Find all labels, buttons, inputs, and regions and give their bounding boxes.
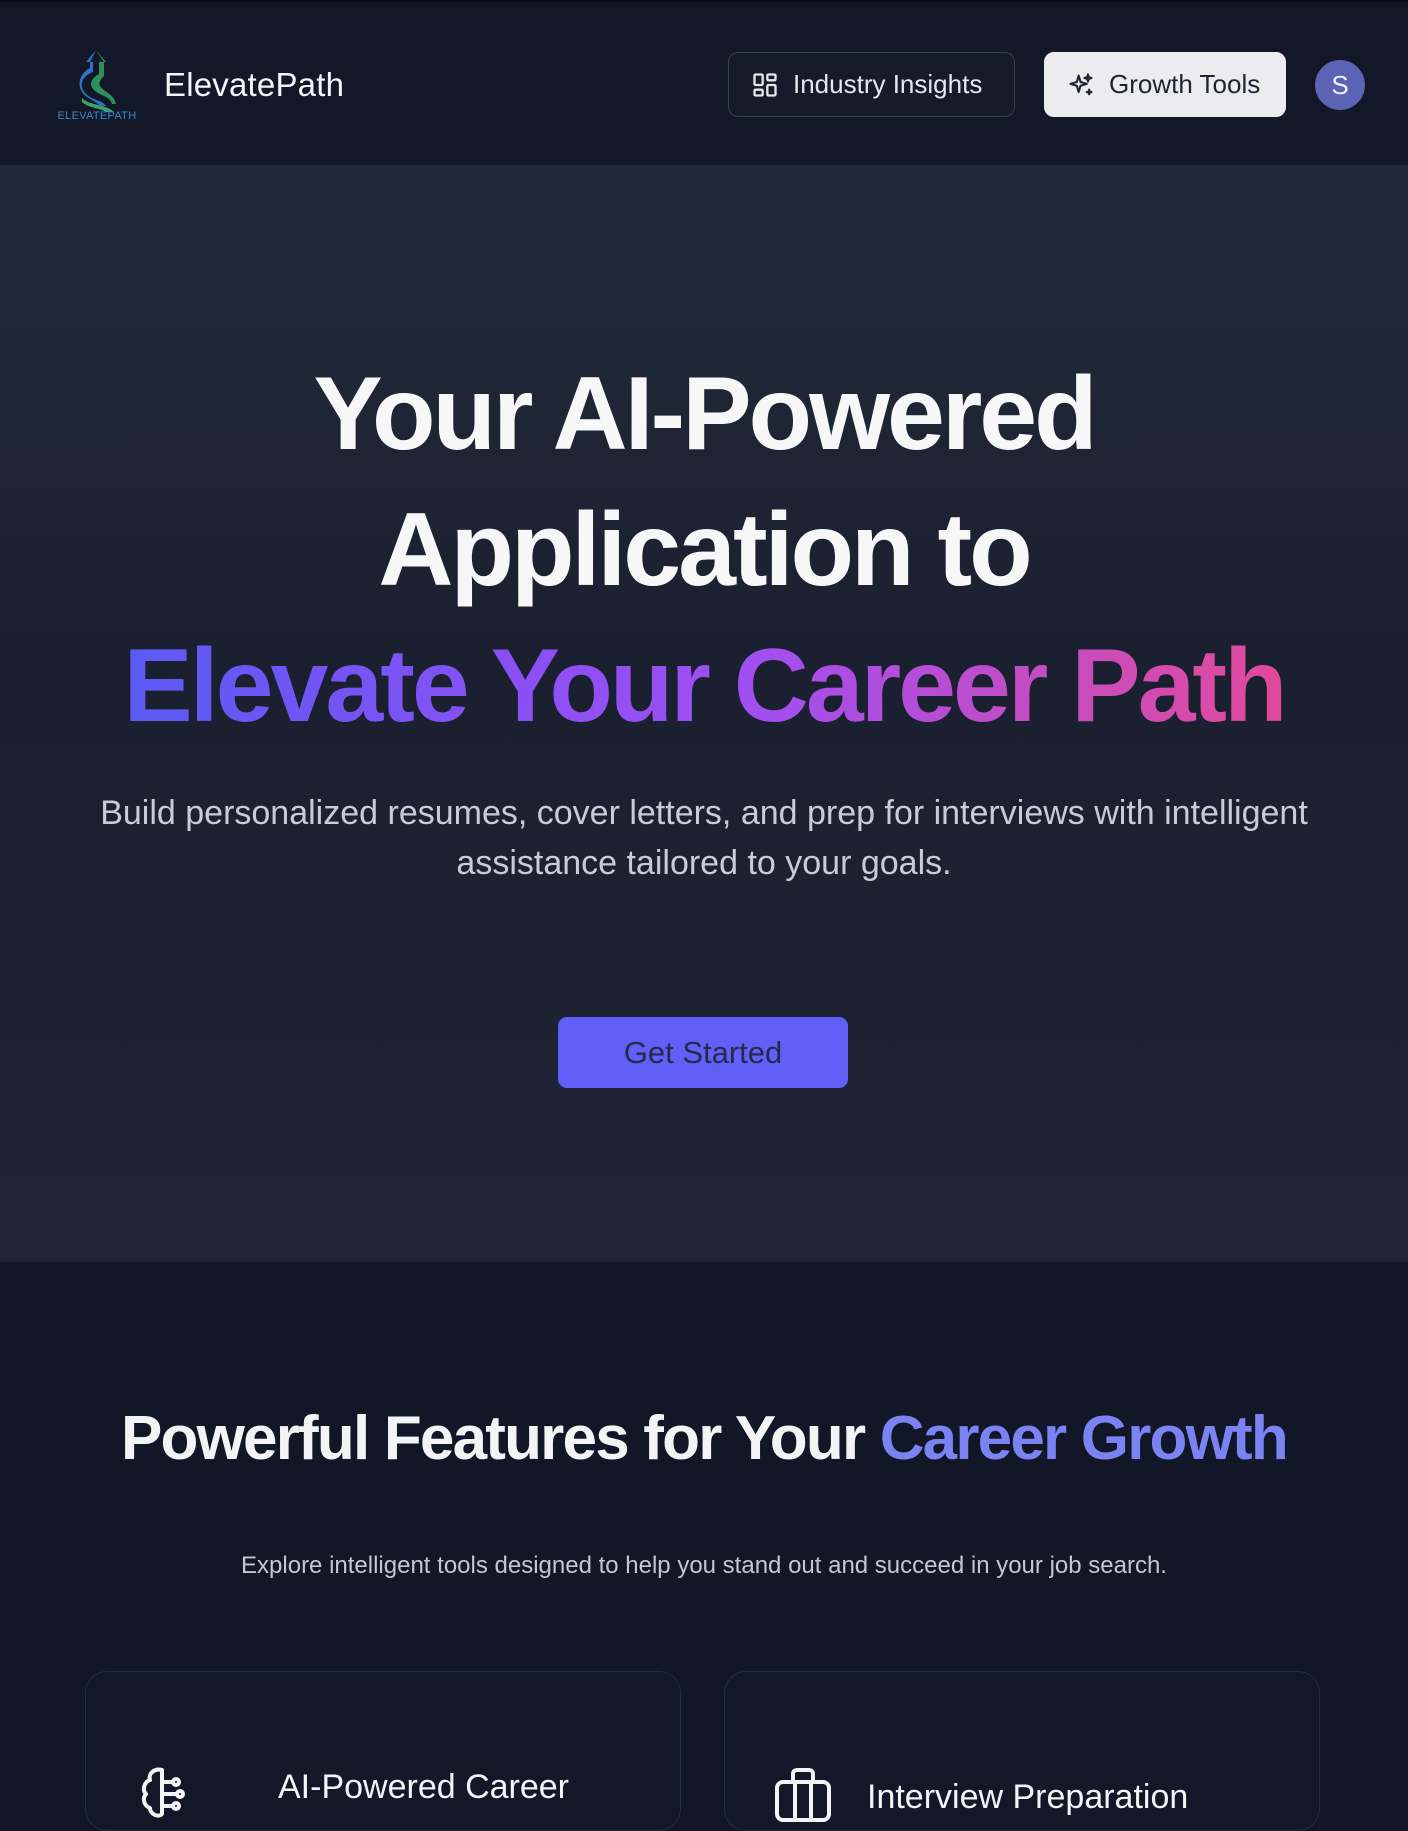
feature-card-title: AI-Powered Career [278,1768,570,1806]
briefcase-icon [775,1768,831,1822]
hero-section: Your AI-Powered Application to Elevate Y… [0,166,1408,1262]
brand-logo[interactable]: ELEVATEPATH [56,46,136,122]
feature-card-interview[interactable]: Interview Preparation [724,1671,1320,1831]
industry-insights-button[interactable]: Industry Insights [728,52,1015,117]
user-avatar[interactable]: S [1315,60,1365,110]
hero-headline-gradient: Elevate Your Career Path [0,634,1408,738]
hero-gradient-text: Elevate Your Career Path [123,628,1287,744]
brand-name[interactable]: ElevatePath [164,66,344,104]
growth-tools-label: Growth Tools [1109,69,1261,99]
features-heading: Powerful Features for Your Career Growth [0,1404,1408,1473]
dashboard-grid-icon [753,72,777,97]
feature-card-title: Interview Preparation [867,1778,1189,1816]
top-navbar: ELEVATEPATH ElevatePath Industry Insight… [0,0,1408,166]
growth-tools-button[interactable]: Growth Tools [1044,52,1286,117]
hero-subtitle: Build personalized resumes, cover letter… [100,794,1308,882]
features-heading-accent: Career Growth [879,1404,1289,1473]
hero-headline-line2: Application to [378,492,1032,608]
brain-icon [141,1767,185,1818]
features-heading-main: Powerful Features for Your [121,1404,880,1473]
sparkles-icon [1069,72,1093,95]
industry-insights-label: Industry Insights [793,69,983,99]
feature-card-career[interactable]: AI-Powered Career [85,1671,681,1831]
get-started-button[interactable]: Get Started [558,1017,848,1088]
hero-headline-line1: Your AI-Powered [313,356,1097,472]
features-subtitle: Explore intelligent tools designed to he… [241,1552,1167,1579]
logo-wordmark: ELEVATEPATH [57,110,137,122]
